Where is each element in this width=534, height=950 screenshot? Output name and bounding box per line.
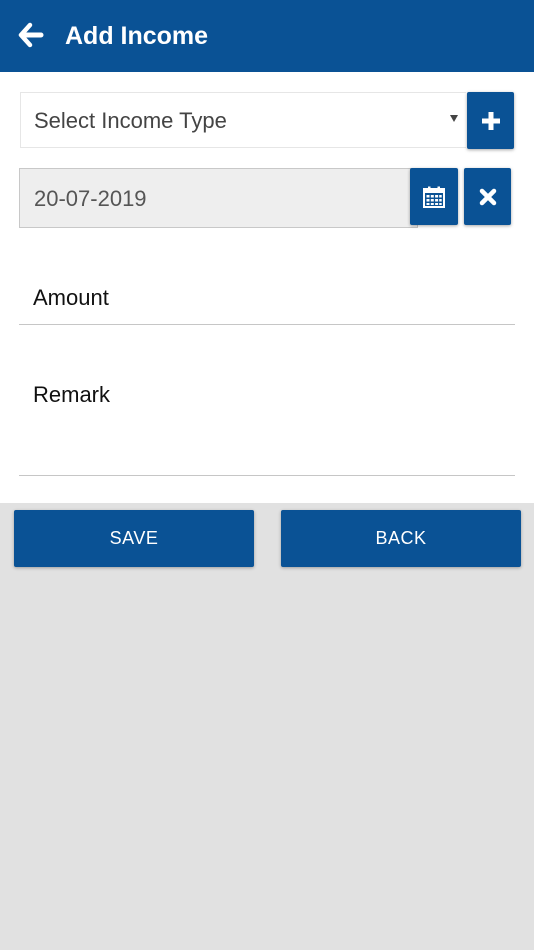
close-icon xyxy=(479,188,496,205)
arrow-left-icon[interactable] xyxy=(18,22,44,48)
calendar-button[interactable] xyxy=(410,168,458,225)
app-header: Add Income xyxy=(0,0,534,72)
date-value: 20-07-2019 xyxy=(34,186,147,211)
remark-input[interactable] xyxy=(19,360,515,476)
income-type-select-value: Select Income Type xyxy=(34,108,227,133)
plus-icon xyxy=(481,111,500,130)
save-button[interactable]: SAVE xyxy=(14,510,254,567)
remark-placeholder: Remark xyxy=(33,382,111,407)
back-button[interactable]: BACK xyxy=(281,510,521,567)
clear-date-button[interactable] xyxy=(464,168,511,225)
income-type-select[interactable]: Select Income Type xyxy=(20,92,466,148)
caret-down-icon xyxy=(450,115,458,122)
date-field[interactable]: 20-07-2019 xyxy=(19,168,418,228)
calendar-icon xyxy=(423,186,445,208)
page-title: Add Income xyxy=(65,22,209,50)
remark-underline xyxy=(19,475,515,476)
amount-placeholder: Amount xyxy=(33,285,109,310)
add-income-type-button[interactable] xyxy=(467,92,514,149)
amount-underline xyxy=(19,324,515,325)
